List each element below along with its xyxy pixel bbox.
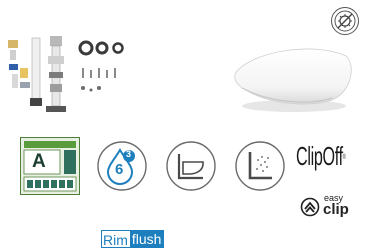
water-efficiency-label: A [20, 137, 80, 195]
easy-clip-logo: easy clip [300, 194, 360, 220]
energy-label-graphic [20, 137, 80, 195]
registered-mark: ® [342, 154, 346, 161]
rimflush-part-flush: flush [129, 230, 165, 248]
rimflush-logo: Rim flush [101, 230, 165, 248]
clipoff-logo: ClipOff® [296, 142, 346, 170]
energy-grade: A [32, 151, 46, 172]
water-drop-6-3-icon: 6 3 [96, 140, 148, 192]
toilet-seat-image [234, 48, 352, 112]
drop-value-big: 6 [115, 161, 124, 178]
drop-value-small: 3 [126, 149, 132, 159]
parts-kit-image [8, 36, 124, 112]
easy-clip-icon [300, 197, 320, 217]
wall-hung-toilet-icon [165, 140, 217, 192]
rimflush-part-rim: Rim [101, 230, 130, 248]
clip-text: clip [323, 201, 349, 218]
spray-flush-icon [234, 140, 286, 192]
antibacterial-seal-icon [331, 7, 359, 35]
clipoff-label: ClipOff [296, 141, 343, 171]
